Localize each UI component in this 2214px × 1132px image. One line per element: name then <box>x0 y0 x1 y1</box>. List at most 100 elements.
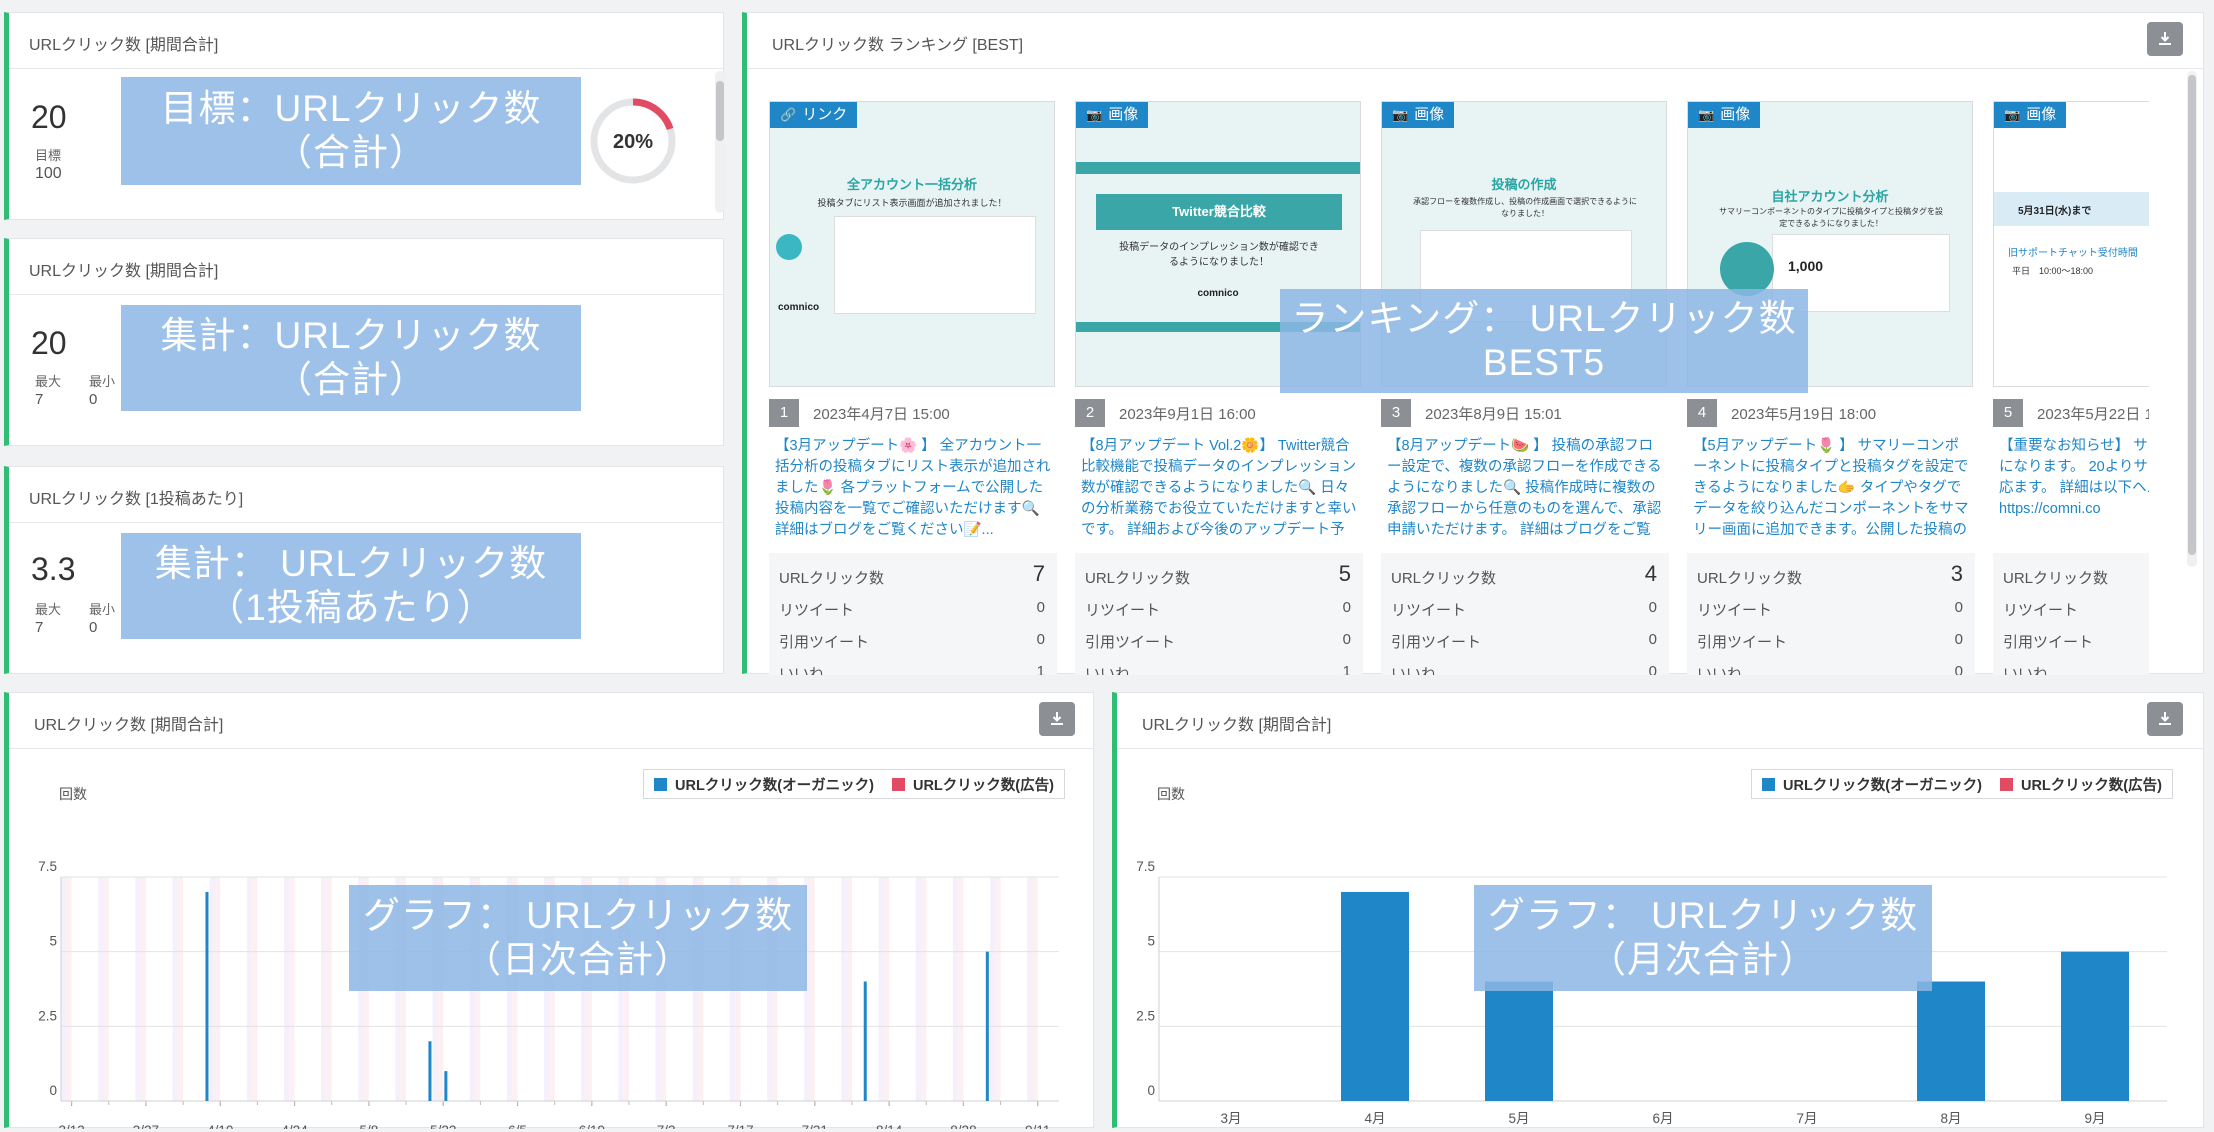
stat-label: 引用ツイート <box>1697 634 1788 651</box>
stat-label: リツイート <box>1085 602 1161 619</box>
x-tick-label: 3/13 <box>58 1123 84 1129</box>
average-annotation-overlay: 集計： URLクリック数 （1投稿あたり） <box>121 533 581 639</box>
thumb-band <box>1076 162 1360 174</box>
download-button[interactable] <box>1039 702 1075 736</box>
post-date: 2023年4月7日 15:00 <box>813 406 950 423</box>
ranking-scrollbar[interactable] <box>2187 71 2197 567</box>
camera-icon: 📷 <box>2004 107 2021 122</box>
camera-icon: 📷 <box>1698 107 1715 122</box>
thumb-brand: comnico <box>778 302 820 313</box>
stat-value: 0 <box>1648 599 1657 616</box>
stat-value: 4 <box>1644 561 1657 586</box>
overlay-line-2: （月次合計） <box>1589 939 1817 980</box>
thumb-number: 1,000 <box>1788 258 1824 274</box>
x-tick-label: 7/17 <box>727 1123 753 1129</box>
stat-label: いいね <box>1391 666 1437 675</box>
weekend-stripe <box>172 877 178 1101</box>
weekend-stripe <box>920 877 927 1101</box>
post-text-link[interactable]: 【8月アップデート Vol.2🌼】 Twitter競合比較機能で投稿データのイン… <box>1081 436 1359 540</box>
monthly-bar <box>1485 981 1553 1101</box>
link-icon: 🔗 <box>780 107 797 122</box>
stat-label: いいね <box>2003 666 2049 675</box>
y-tick-label: 2.5 <box>1136 1008 1155 1023</box>
weekend-stripe <box>846 877 852 1101</box>
stat-row: URLクリック数 3 <box>1697 561 1963 588</box>
stat-row: URLクリック数 5 <box>1085 561 1351 588</box>
daily-chart-panel: URLクリック数 [期間合計] URLクリック数(オーガニック) URLクリック数… <box>4 692 1094 1129</box>
divider <box>9 68 723 69</box>
overlay-line-1: ランキング： URLクリック数 <box>1291 298 1797 339</box>
stat-value: 0 <box>1954 663 1963 675</box>
y-tick-label: 7.5 <box>38 859 57 874</box>
goal-value: 100 <box>35 165 62 182</box>
stat-label: URLクリック数 <box>1697 570 1803 587</box>
thumb-circle <box>776 234 802 260</box>
divider <box>9 294 723 295</box>
average-max-label: 最大 <box>35 602 62 617</box>
stat-label: URLクリック数 <box>1085 570 1191 587</box>
average-min-value: 0 <box>89 619 98 636</box>
weekend-stripe <box>958 877 964 1101</box>
rank-number: 2 <box>1075 399 1105 427</box>
post-date: 2023年5月22日 10:0 <box>2037 406 2149 423</box>
ranking-card[interactable]: 全アカウント一括分析 投稿タブにリスト表示画面が追加されました！ comnico… <box>769 101 1057 675</box>
thumb-subtitle: 承認フローを複数作成し、投稿の作成画面で選択できるようになりました！ <box>1413 197 1637 218</box>
total-min-label: 最小 <box>89 374 116 389</box>
overlay-line-1: 集計： URLクリック数 <box>154 543 548 584</box>
stat-row: 引用ツイート 0 <box>2003 631 2149 652</box>
stat-value: 0 <box>1648 663 1657 675</box>
post-text-link[interactable]: 【3月アップデート🌸 】 全アカウント一括分析の投稿タブにリスト表示が追加されま… <box>775 436 1053 540</box>
post-thumbnail[interactable]: 5月31日(水)まで 旧サポートチャット受付時間 平日 10:00〜18:00 … <box>1993 101 2149 387</box>
x-tick-label: 6月 <box>1652 1111 1673 1126</box>
x-tick-label: 4/24 <box>281 1123 308 1129</box>
goal-scrollbar[interactable] <box>715 71 725 213</box>
post-stats: URLクリック数 5 リツイート 0 引用ツイート 0 いいね 1 <box>1075 553 1363 675</box>
thumb-title: 5月31日(水)まで <box>2018 206 2092 217</box>
post-text-link[interactable]: 【重要なお知らせ】 サポート時間が変更になります。 20よりサポートチャット対応… <box>1999 436 2149 540</box>
average-panel-title: URLクリック数 [1投稿あたり] <box>29 491 244 508</box>
ranking-card[interactable]: 5月31日(水)まで 旧サポートチャット受付時間 平日 10:00〜18:00 … <box>1993 101 2149 675</box>
download-button[interactable] <box>2147 702 2183 736</box>
weekend-stripe <box>1027 877 1033 1101</box>
weekend-stripe <box>246 877 253 1101</box>
post-text-link[interactable]: 【8月アップデート🍉 】 投稿の承認フロー設定で、複数の承認フローを作成できるよ… <box>1387 436 1665 540</box>
y-tick-label: 2.5 <box>38 1008 57 1023</box>
weekend-stripe <box>98 877 104 1101</box>
x-tick-label: 8/28 <box>950 1123 976 1129</box>
goal-annotation-overlay: 目標：URLクリック数 （合計） <box>121 77 581 185</box>
post-text-link[interactable]: 【5月アップデート🌷 】 サマリーコンポーネントに投稿タイプと投稿タグを設定でき… <box>1693 436 1971 540</box>
x-tick-label: 5/8 <box>360 1123 379 1129</box>
stat-label: リツイート <box>779 602 855 619</box>
total-max-label: 最大 <box>35 374 62 389</box>
x-tick-label: 3月 <box>1220 1111 1241 1126</box>
post-stats: URLクリック数 3 リツイート 0 引用ツイート 0 いいね 0 <box>1687 553 1975 675</box>
y-tick-label: 5 <box>1147 934 1155 949</box>
download-button[interactable] <box>2147 22 2183 56</box>
stat-row: URLクリック数 4 <box>1391 561 1657 588</box>
download-icon <box>1051 712 1063 725</box>
thumb-subtitle: 投稿タブにリスト表示画面が追加されました！ <box>817 198 1007 208</box>
stat-label: 引用ツイート <box>2003 634 2094 651</box>
x-tick-label: 9/11 <box>1025 1123 1050 1129</box>
goal-label: 目標 <box>35 148 62 163</box>
stat-row: リツイート 0 <box>1697 599 1963 620</box>
thumb-subtitle: 旧サポートチャット受付時間 <box>2008 248 2138 259</box>
weekend-stripe <box>989 877 996 1101</box>
x-tick-label: 5/22 <box>430 1123 456 1129</box>
stat-value: 0 <box>1342 599 1351 616</box>
overlay-line-2: BEST5 <box>1482 342 1606 383</box>
stat-row: 引用ツイート 0 <box>1085 631 1351 652</box>
download-icon <box>2159 32 2171 45</box>
weekend-stripe <box>995 877 1001 1101</box>
overlay-line-1: 目標：URLクリック数 <box>160 88 542 129</box>
weekend-stripe <box>1032 877 1038 1101</box>
daily-bar <box>863 981 867 1101</box>
weekend-stripe <box>177 877 184 1101</box>
monthly-chart-title: URLクリック数 [期間合計] <box>1142 717 1332 734</box>
daily-chart-title: URLクリック数 [期間合計] <box>34 717 224 734</box>
stat-value: 0 <box>1342 631 1351 648</box>
post-thumbnail[interactable]: 全アカウント一括分析 投稿タブにリスト表示画面が追加されました！ comnico… <box>769 101 1055 387</box>
overlay-line-1: グラフ： URLクリック数 <box>362 895 794 936</box>
stat-label: URLクリック数 <box>1391 570 1497 587</box>
post-type-badge: 📷 画像 <box>1688 102 1761 128</box>
